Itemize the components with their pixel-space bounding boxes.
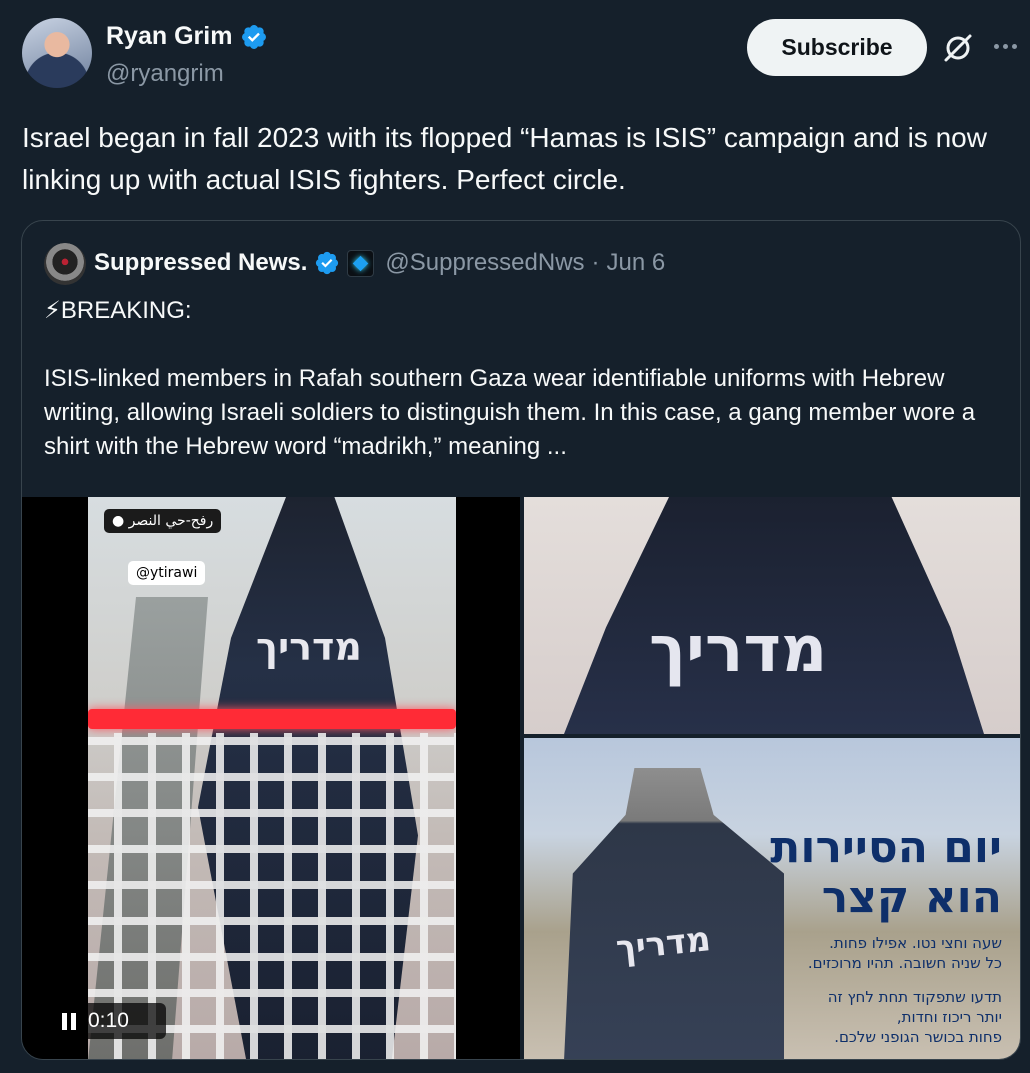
media-grid: מדריך رفح-حي النصر ● @ytirawi 0:10 מדריך… [22, 497, 1020, 1059]
tweet-text: Israel began in fall 2023 with its flopp… [22, 122, 987, 195]
subscribe-button[interactable]: Subscribe [747, 19, 927, 76]
quote-date[interactable]: Jun 6 [607, 249, 666, 277]
quote-text-line-breaking: ⚡BREAKING: [44, 297, 192, 324]
quote-author-handle[interactable]: @SuppressedNws [385, 249, 584, 277]
quote-author-name[interactable]: Suppressed News. [94, 249, 307, 277]
ad-text-3: תדעו שתפקוד תחת לחץ זה [827, 988, 1002, 1006]
image-shirt-text: מדריך [649, 613, 828, 687]
ad-text-4: יותר ריכוז וחדות, [896, 1008, 1002, 1026]
verified-badge-icon[interactable] [240, 23, 268, 51]
video-frame: מדריך رفح-حي النصر ● @ytirawi [88, 497, 456, 1059]
media-image-top-right[interactable]: מדריך [524, 497, 1020, 734]
verified-badge-icon[interactable] [314, 250, 340, 276]
more-icon[interactable] [988, 28, 1022, 64]
quote-text-body: ISIS-linked members in Rafah southern Ga… [44, 365, 976, 460]
affiliate-badge-icon[interactable] [347, 249, 375, 277]
separator-dot: · [591, 249, 600, 276]
ad-text-1: שעה וחצי נטו. אפילו פחות. [829, 934, 1002, 952]
ad-headline-1: יום הסיירות [770, 822, 1002, 873]
ad-text-5: פחות בכושר הגופני שלכם. [834, 1028, 1002, 1046]
author-name-row: Ryan Grim [106, 22, 268, 51]
person-image [564, 768, 784, 1059]
video-controls[interactable]: 0:10 [50, 1003, 166, 1039]
ad-headline-2: הוא קצר [821, 872, 1002, 923]
quote-author-avatar[interactable] [44, 243, 86, 285]
quote-text: ⚡BREAKING: ISIS-linked members in Rafah … [44, 294, 994, 464]
author-avatar[interactable] [22, 18, 92, 88]
video-time: 0:10 [88, 1009, 129, 1032]
grok-icon[interactable] [940, 30, 976, 66]
video-player[interactable]: מדריך رفح-حي النصر ● @ytirawi 0:10 [22, 497, 520, 1059]
pause-icon[interactable] [62, 1012, 76, 1030]
quoted-tweet-card[interactable]: Suppressed News. @SuppressedNws · Jun 6 … [21, 220, 1021, 1060]
media-image-bottom-right[interactable]: מדריך יום הסיירות הוא קצר שעה וחצי נטו. … [524, 738, 1020, 1059]
cart-handle-image [88, 709, 456, 729]
ad-text-2: כל שניה חשובה. תהיו מרוכזים. [807, 954, 1002, 972]
location-label: رفح-حي النصر ● [104, 509, 222, 533]
video-shirt-text: מדריך [256, 625, 362, 669]
video-credit: @ytirawi [128, 561, 206, 585]
author-handle[interactable]: @ryangrim [106, 60, 224, 88]
pin-icon: ● [112, 513, 125, 529]
author-name[interactable]: Ryan Grim [106, 22, 232, 51]
location-label-text: رفح-حي النصر [128, 513, 214, 529]
quote-author-row: Suppressed News. @SuppressedNws · Jun 6 [94, 249, 665, 277]
